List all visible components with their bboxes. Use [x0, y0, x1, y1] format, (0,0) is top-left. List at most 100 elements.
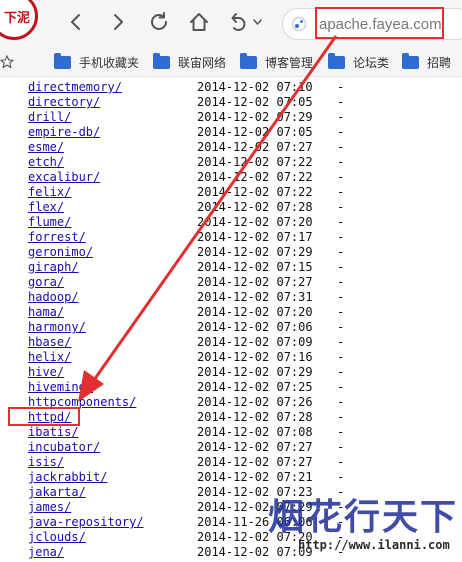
directory-link[interactable]: jackrabbit/	[28, 470, 107, 485]
directory-link[interactable]: jakarta/	[28, 485, 86, 500]
modified-date: 2014-12-02 07:27	[197, 440, 313, 454]
directory-link[interactable]: java-repository/	[28, 515, 144, 530]
file-size: -	[337, 320, 345, 334]
directory-link[interactable]: hama/	[28, 305, 64, 320]
directory-link[interactable]: hadoop/	[28, 290, 79, 305]
file-size: -	[337, 125, 345, 139]
directory-link[interactable]: felix/	[28, 185, 71, 200]
modified-date: 2014-12-02 07:10	[197, 80, 313, 94]
listing-row: ibatis/2014-12-02 07:08 -	[0, 425, 462, 440]
bookmark-label: 博客管理	[265, 55, 314, 70]
directory-link[interactable]: harmony/	[28, 320, 86, 335]
bookmark-item[interactable]: 手机收藏夹	[54, 52, 140, 71]
chevron-right-icon	[114, 14, 123, 30]
modified-date: 2014-12-02 07:17	[197, 230, 313, 244]
logo-text: 下泥	[3, 10, 30, 26]
modified-date: 2014-12-02 07:22	[197, 170, 313, 184]
bookmark-item[interactable]: 论坛类	[328, 52, 389, 71]
directory-link[interactable]: james/	[28, 500, 71, 515]
undo-button[interactable]	[228, 10, 266, 34]
listing-row: directory/2014-12-02 07:05 -	[0, 95, 462, 110]
file-size: -	[337, 80, 345, 94]
bookmark-label: 联宙网络	[178, 55, 227, 70]
listing-row: flume/2014-12-02 07:20 -	[0, 215, 462, 230]
modified-date: 2014-12-02 07:22	[197, 185, 313, 199]
file-size: -	[337, 470, 345, 484]
file-size: -	[337, 425, 345, 439]
directory-link[interactable]: geronimo/	[28, 245, 93, 260]
bookmark-item[interactable]: 博客管理	[240, 52, 314, 71]
file-size: -	[337, 200, 345, 214]
file-size: -	[337, 260, 345, 274]
modified-date: 2014-12-02 07:28	[197, 200, 313, 214]
back-button[interactable]	[64, 10, 88, 34]
directory-link[interactable]: hive/	[28, 365, 64, 380]
directory-link[interactable]: forrest/	[28, 230, 86, 245]
reload-button[interactable]	[147, 10, 171, 34]
bookmark-label: 手机收藏夹	[79, 55, 140, 70]
directory-link[interactable]: drill/	[28, 110, 71, 125]
directory-link[interactable]: etch/	[28, 155, 64, 170]
directory-link[interactable]: esme/	[28, 140, 64, 155]
directory-link[interactable]: hbase/	[28, 335, 71, 350]
directory-link[interactable]: flume/	[28, 215, 71, 230]
forward-button[interactable]	[106, 10, 130, 34]
listing-row: jackrabbit/2014-12-02 07:21 -	[0, 470, 462, 485]
directory-link[interactable]: directory/	[28, 95, 100, 110]
listing-row: forrest/2014-12-02 07:17 -	[0, 230, 462, 245]
directory-link[interactable]: giraph/	[28, 260, 79, 275]
watermark-script-text: 烟花行天下	[267, 496, 458, 538]
file-size: -	[337, 335, 345, 349]
listing-row: helix/2014-12-02 07:16 -	[0, 350, 462, 365]
listing-row: incubator/2014-12-02 07:27 -	[0, 440, 462, 455]
listing-row: empire-db/2014-12-02 07:05 -	[0, 125, 462, 140]
chevron-down-icon	[253, 19, 262, 25]
home-button[interactable]	[187, 10, 211, 34]
directory-link[interactable]: jclouds/	[28, 530, 86, 545]
directory-link[interactable]: helix/	[28, 350, 71, 365]
directory-link[interactable]: ibatis/	[28, 425, 79, 440]
file-size: -	[337, 410, 345, 424]
listing-row: flex/2014-12-02 07:28 -	[0, 200, 462, 215]
modified-date: 2014-12-02 07:29	[197, 110, 313, 124]
directory-link[interactable]: hivemind/	[28, 380, 93, 395]
listing-row: giraph/2014-12-02 07:15 -	[0, 260, 462, 275]
directory-link[interactable]: excalibur/	[28, 170, 100, 185]
file-size: -	[337, 155, 345, 169]
modified-date: 2014-12-02 07:28	[197, 410, 313, 424]
modified-date: 2014-12-02 07:31	[197, 290, 313, 304]
directory-link[interactable]: flex/	[28, 200, 64, 215]
directory-link[interactable]: empire-db/	[28, 125, 100, 140]
directory-link[interactable]: isis/	[28, 455, 64, 470]
file-size: -	[337, 305, 345, 319]
directory-link[interactable]: jena/	[28, 545, 64, 560]
modified-date: 2014-12-02 07:09	[197, 335, 313, 349]
modified-date: 2014-12-02 07:22	[197, 155, 313, 169]
httpd-annotation-box	[8, 407, 80, 426]
directory-link[interactable]: incubator/	[28, 440, 100, 455]
listing-row: felix/2014-12-02 07:22 -	[0, 185, 462, 200]
star-icon[interactable]	[0, 55, 14, 69]
undo-icon	[231, 13, 246, 31]
file-size: -	[337, 140, 345, 154]
directory-link[interactable]: directmemory/	[28, 80, 122, 95]
listing-row: harmony/2014-12-02 07:06 -	[0, 320, 462, 335]
listing-row: hive/2014-12-02 07:29 -	[0, 365, 462, 380]
file-size: -	[337, 365, 345, 379]
folder-icon	[153, 52, 170, 69]
url-annotation-box	[315, 7, 444, 39]
listing-row: excalibur/2014-12-02 07:22 -	[0, 170, 462, 185]
modified-date: 2014-12-02 07:05	[197, 95, 313, 109]
file-size: -	[337, 380, 345, 394]
folder-icon	[402, 52, 419, 69]
bookmark-item[interactable]: 招聘	[402, 52, 451, 71]
listing-row: gora/2014-12-02 07:27 -	[0, 275, 462, 290]
file-size: -	[337, 350, 345, 364]
modified-date: 2014-12-02 07:21	[197, 470, 313, 484]
file-size: -	[337, 245, 345, 259]
bookmark-item[interactable]: 联宙网络	[153, 52, 227, 71]
modified-date: 2014-12-02 07:20	[197, 215, 313, 229]
directory-link[interactable]: gora/	[28, 275, 64, 290]
listing-row: hbase/2014-12-02 07:09 -	[0, 335, 462, 350]
listing-row: etch/2014-12-02 07:22 -	[0, 155, 462, 170]
